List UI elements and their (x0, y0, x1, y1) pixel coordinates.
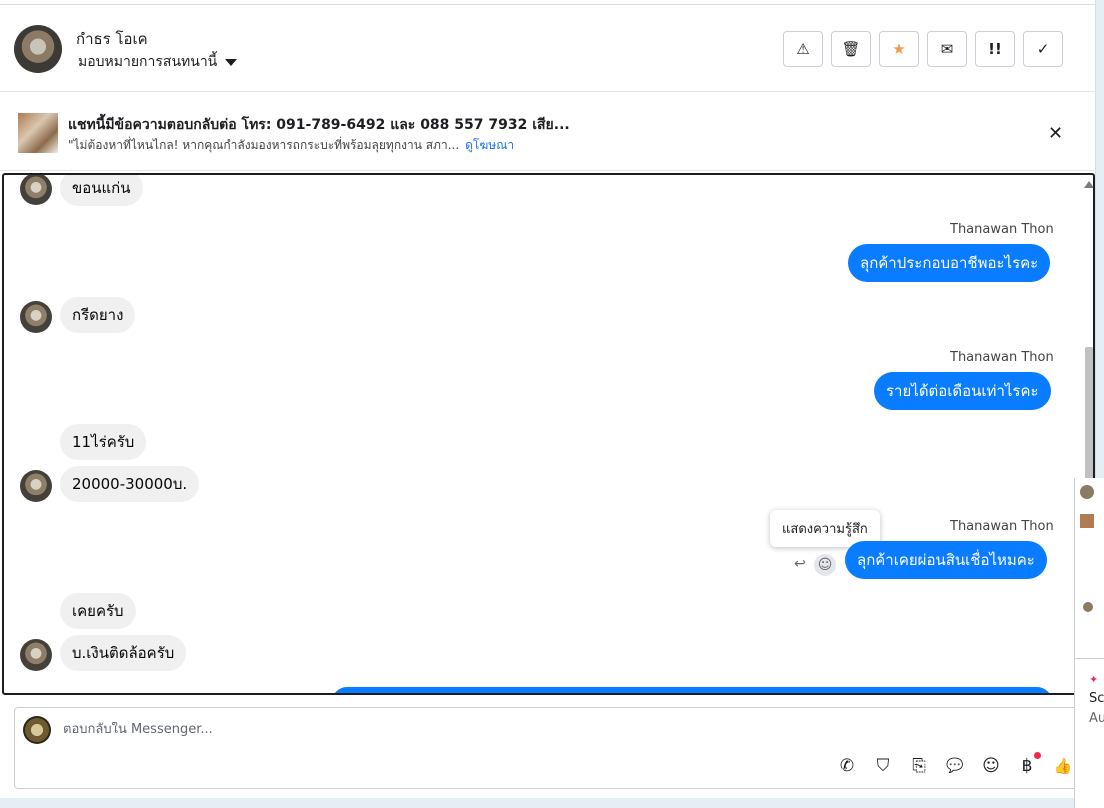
call-button[interactable]: ✆ (835, 754, 859, 778)
contact-message-avatar (20, 470, 52, 502)
app-logo-icon: ✦ (1089, 673, 1099, 686)
emoji-icon: ☺ (982, 756, 1000, 776)
exclamation-icon: !! (988, 40, 1002, 58)
paperclip-icon: ⎘ (912, 756, 926, 776)
check-icon: ✓ (1036, 40, 1050, 58)
outgoing-message[interactable]: ลุกค้าเคยผ่อนสินเชื่อไหมคะ (845, 541, 1047, 579)
shop-button[interactable]: ⛉ (871, 754, 895, 778)
delete-button[interactable]: 🗑 (831, 31, 871, 67)
attach-button[interactable]: ⎘ (907, 754, 931, 778)
view-ad-link[interactable]: ดูโฆษณา (465, 138, 514, 152)
scroll-up-arrow-icon[interactable] (1084, 181, 1093, 188)
side-avatar-small[interactable] (1083, 602, 1093, 612)
composer-tools: ✆ ⛉ ⎘ 💬 ☺ ฿ 👍 (835, 752, 1075, 778)
side-card-title: Sc (1089, 691, 1104, 706)
sender-name: Thanawan Thon (950, 350, 1054, 365)
outgoing-message-partial[interactable] (332, 687, 1052, 693)
phone-add-icon: ✆ (839, 756, 855, 776)
contact-message-avatar (20, 175, 52, 205)
star-button[interactable]: ★ (879, 31, 919, 67)
warning-icon: ⚠ (796, 40, 810, 58)
close-icon[interactable]: ✕ (1048, 123, 1063, 144)
ad-title: แชทนี้มีข้อความตอบกลับต่อ โทร: 091-789-6… (68, 117, 570, 133)
incoming-message[interactable]: ขอนแก่น (60, 175, 143, 206)
contact-name[interactable]: กำธร โอเค (76, 27, 148, 51)
ad-banner: แชทนี้มีข้อความตอบกลับต่อ โทร: 091-789-6… (0, 93, 1096, 171)
side-card[interactable]: ✦ Sc Au (1075, 658, 1104, 808)
caret-down-icon (225, 58, 238, 66)
contact-message-avatar (20, 639, 52, 671)
emoji-button[interactable]: ☺ (979, 754, 1003, 778)
side-avatar[interactable] (1080, 485, 1094, 499)
sender-name: Thanawan Thon (950, 519, 1054, 534)
like-button[interactable]: 👍 (1051, 754, 1075, 778)
baht-icon: ฿ (1021, 756, 1033, 776)
page-avatar (23, 716, 51, 744)
assign-conversation-dropdown[interactable]: มอบหมายการสนทนานี้ (78, 51, 238, 73)
message-thread[interactable]: ขอนแก่น Thanawan Thon ลุกค้าประกอบอาชีพอ… (2, 173, 1095, 695)
thumbs-up-icon: 👍 (1053, 757, 1073, 775)
incoming-message[interactable]: กรีดยาง (60, 297, 136, 333)
assign-label: มอบหมายการสนทนานี้ (78, 54, 218, 70)
follow-up-button[interactable]: !! (975, 31, 1015, 67)
contact-avatar[interactable] (14, 25, 62, 73)
reply-composer: ✆ ⛉ ⎘ 💬 ☺ ฿ 👍 (14, 707, 1090, 789)
sender-name: Thanawan Thon (950, 222, 1054, 237)
envelope-open-icon: ✉ (940, 40, 954, 58)
side-panel-sliver: ✦ Sc Au (1074, 478, 1104, 808)
reply-icon[interactable]: ↩ (794, 556, 806, 572)
contact-message-avatar (20, 301, 52, 333)
payment-button[interactable]: ฿ (1015, 752, 1041, 778)
notification-dot (1034, 752, 1041, 759)
react-emoji-icon[interactable]: ☺ (814, 554, 836, 576)
incoming-message[interactable]: เคยครับ (60, 593, 136, 629)
incoming-message[interactable]: บ.เงินติดล้อครับ (60, 635, 187, 671)
incoming-message[interactable]: 11ไร่ครับ (60, 424, 147, 460)
trash-icon: 🗑 (841, 40, 861, 58)
spam-button[interactable]: ⚠ (783, 31, 823, 67)
reply-input[interactable] (63, 722, 963, 737)
side-card-subtitle: Au (1089, 711, 1104, 726)
header-actions: ⚠ 🗑 ★ ✉ !! ✓ (783, 31, 1063, 67)
incoming-message[interactable]: 20000-30000บ. (60, 466, 200, 502)
side-thumbnail[interactable] (1080, 514, 1094, 528)
ad-subtitle: "ไม่ต้องหาที่ไหนไกล! หากคุณกำลังมองหารถก… (68, 136, 514, 155)
outgoing-message[interactable]: รายได้ต่อเดือนเท่าไรคะ (874, 372, 1051, 410)
star-icon: ★ (892, 40, 906, 58)
ad-description: "ไม่ต้องหาที่ไหนไกล! หากคุณกำลังมองหารถก… (68, 138, 460, 152)
conversation-panel: กำธร โอเค มอบหมายการสนทนานี้ ⚠ 🗑 ★ ✉ !! … (0, 0, 1096, 798)
shopping-bag-icon: ⛉ (876, 756, 890, 776)
mark-done-button[interactable]: ✓ (1023, 31, 1063, 67)
conversation-header: กำธร โอเค มอบหมายการสนทนานี้ ⚠ 🗑 ★ ✉ !! … (0, 4, 1096, 92)
chat-bubble-icon: 💬 (946, 758, 964, 774)
ad-thumbnail[interactable] (18, 113, 58, 153)
mark-unread-button[interactable]: ✉ (927, 31, 967, 67)
outgoing-message[interactable]: ลุกค้าประกอบอาชีพอะไรคะ (848, 244, 1051, 282)
saved-reply-button[interactable]: 💬 (943, 754, 967, 778)
